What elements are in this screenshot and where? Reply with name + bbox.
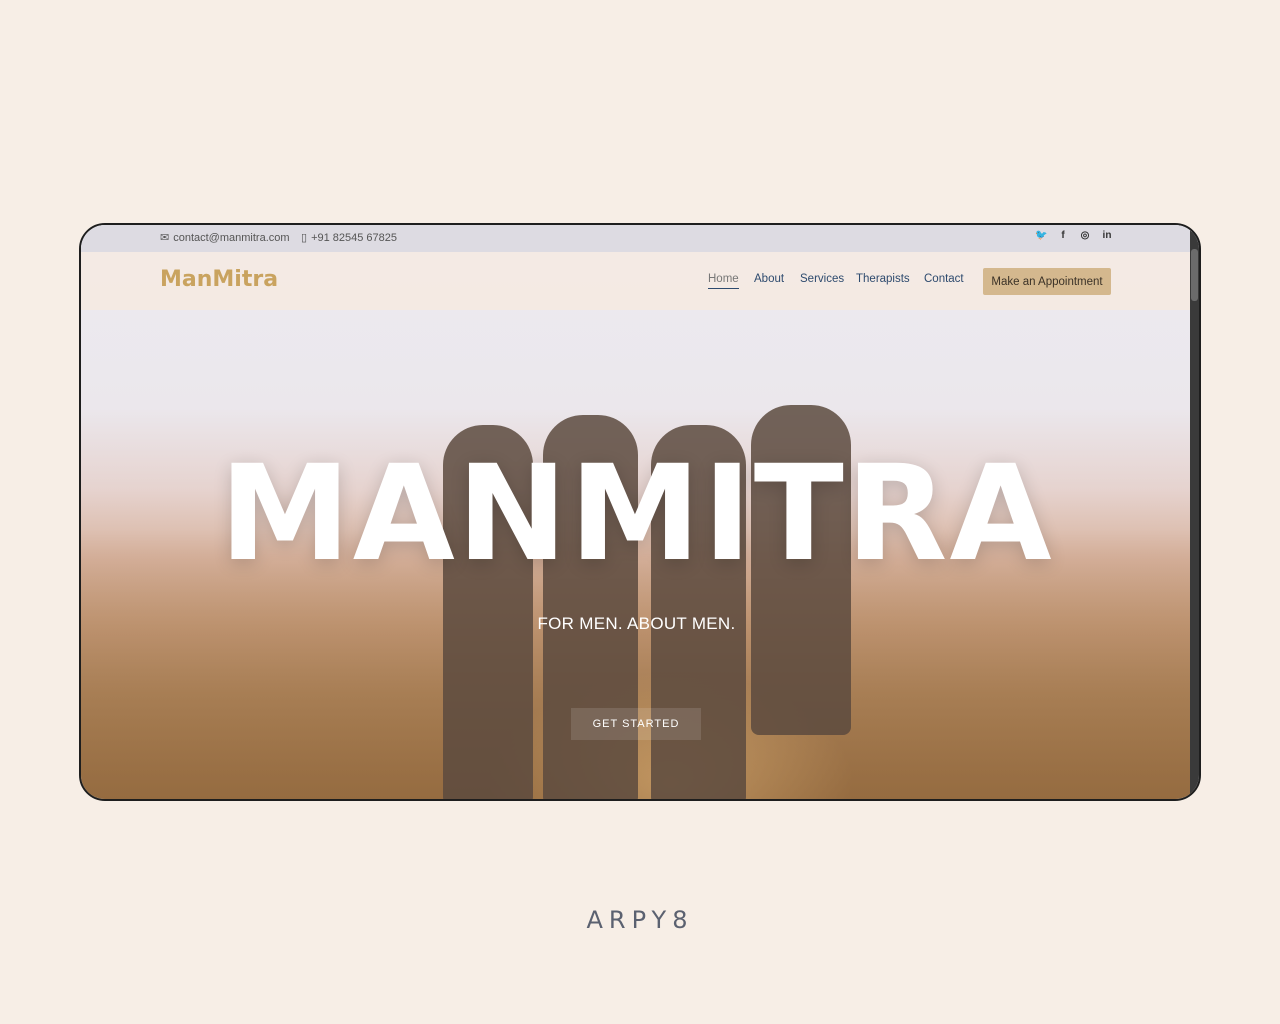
- phone-text: +91 82545 67825: [311, 231, 398, 244]
- top-info-bar: ✉ contact@manmitra.com ▯ +91 82545 67825…: [81, 225, 1192, 252]
- hero-title: MANMITRA: [219, 437, 1054, 591]
- nav-services[interactable]: Services: [800, 273, 844, 285]
- nav-therapists[interactable]: Therapists: [856, 273, 910, 285]
- linkedin-icon[interactable]: in: [1101, 230, 1113, 242]
- site-header: ManMitra Home About Services Therapists …: [81, 252, 1192, 310]
- hero-background: MANMITRA FOR MEN. ABOUT MEN. GET STARTED: [81, 225, 1192, 799]
- nav-about[interactable]: About: [754, 273, 784, 285]
- make-appointment-button[interactable]: Make an Appointment: [983, 268, 1111, 295]
- facebook-icon[interactable]: f: [1057, 230, 1069, 242]
- social-links: 🐦 f ◎ in: [1035, 230, 1113, 242]
- phone-contact[interactable]: ▯ +91 82545 67825: [301, 231, 398, 245]
- email-contact[interactable]: ✉ contact@manmitra.com: [160, 231, 290, 245]
- browser-frame: MANMITRA FOR MEN. ABOUT MEN. GET STARTED…: [79, 223, 1201, 801]
- scrollbar-thumb[interactable]: [1191, 249, 1198, 301]
- twitter-icon[interactable]: 🐦: [1035, 230, 1047, 242]
- email-text: contact@manmitra.com: [173, 231, 290, 244]
- mail-icon: ✉: [160, 232, 170, 244]
- hero-tagline: FOR MEN. ABOUT MEN.: [537, 614, 736, 633]
- nav-home[interactable]: Home: [708, 273, 739, 289]
- site-logo[interactable]: ManMitra: [160, 267, 278, 292]
- phone-icon: ▯: [301, 232, 308, 244]
- nav-contact[interactable]: Contact: [924, 273, 964, 285]
- scrollbar[interactable]: [1190, 225, 1199, 799]
- get-started-button[interactable]: GET STARTED: [571, 708, 701, 740]
- instagram-icon[interactable]: ◎: [1079, 230, 1091, 242]
- brand-watermark: ARPY8: [586, 906, 694, 934]
